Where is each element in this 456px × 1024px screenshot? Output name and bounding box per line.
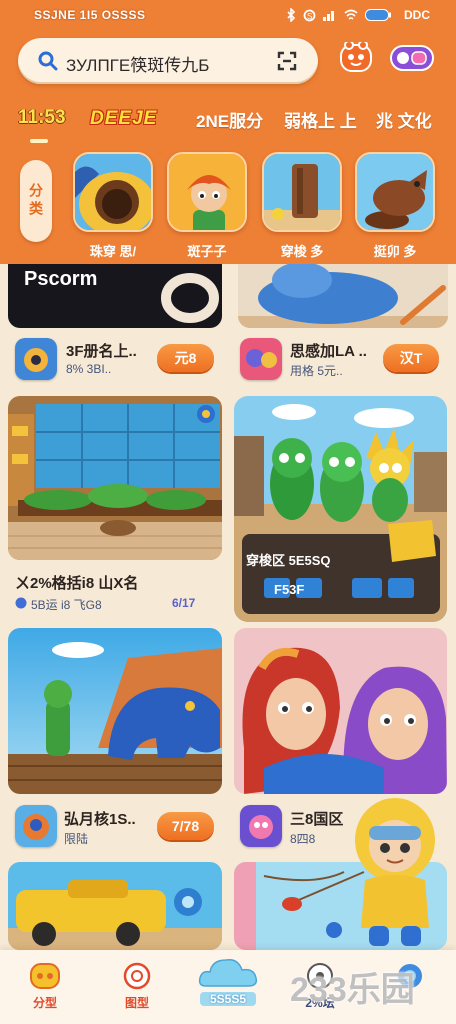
category-button[interactable]: 分类 — [20, 160, 52, 242]
feed-card-image[interactable]: 穿梭区 5E5SQ F53F — [234, 396, 447, 622]
nav-item-second[interactable]: 图型 — [97, 950, 177, 1024]
game-art — [8, 396, 222, 560]
nav-item-games[interactable]: 分型 — [5, 950, 85, 1024]
tab-third[interactable]: 2NE服分 — [196, 107, 263, 132]
search-input[interactable]: ЗУЛПГЕ筷斑传九Б — [66, 51, 209, 76]
face-icon[interactable] — [340, 42, 372, 72]
game-art — [169, 154, 245, 230]
featured-game-label-1[interactable]: 珠穿 思/ — [73, 241, 153, 260]
image-caption: F53F — [274, 582, 305, 597]
search-bar[interactable]: ЗУЛПГЕ筷斑传九Б — [18, 38, 318, 84]
category-label: 分类 — [28, 183, 44, 219]
image-caption: 穿梭区 5E5SQ — [246, 553, 331, 568]
game-subtitle: 用格 5元.. — [290, 364, 343, 378]
cloud-icon — [198, 958, 258, 987]
badge-icon — [15, 597, 27, 609]
game-face-icon — [30, 963, 60, 989]
gamepad-icon[interactable] — [390, 45, 434, 71]
featured-game-label-4[interactable]: 挺卯 多 — [355, 241, 435, 260]
mascot-character — [355, 798, 435, 946]
game-art — [234, 396, 447, 622]
download-button[interactable]: 7/78 — [157, 812, 214, 840]
wifi-icon — [344, 9, 358, 20]
feed-card-image[interactable] — [8, 628, 222, 794]
game-subtitle: 5B运 i8 飞G8 — [31, 598, 102, 612]
game-art — [234, 628, 447, 794]
game-art — [75, 154, 151, 230]
search-icon — [38, 51, 58, 71]
nav-label: 5S5S5 — [200, 992, 256, 1006]
watermark-logo: 233乐园 — [290, 971, 415, 1009]
tab-featured-logo[interactable]: DEEJE — [82, 107, 165, 131]
featured-game-icon-4[interactable] — [355, 152, 435, 232]
game-subtitle: 8四8 — [290, 832, 316, 846]
featured-game-icon-3[interactable] — [262, 152, 342, 232]
game-title[interactable]: 弘月核1S.. — [64, 808, 136, 829]
game-title[interactable]: 思感加LA .. — [290, 340, 367, 361]
game-title[interactable]: ㄨ2%格括i8 山X名 — [15, 572, 138, 593]
signal-icon — [323, 11, 334, 21]
download-button[interactable]: 元8 — [157, 344, 214, 372]
game-subtitle: 8% 3BI.. — [66, 362, 112, 376]
feed-card-image[interactable] — [8, 862, 222, 950]
battery-icon — [365, 9, 391, 21]
svg-text:S: S — [307, 12, 312, 21]
game-tag: 6/17 — [172, 596, 196, 610]
feed-card-image[interactable] — [234, 628, 447, 794]
status-icons: S DDC — [286, 7, 430, 23]
tab-fourth[interactable]: 弱格上 上 — [284, 107, 357, 132]
featured-game-icon-1[interactable] — [73, 152, 153, 232]
nav-label: 分型 — [32, 996, 57, 1010]
download-button[interactable]: 汉T — [383, 344, 439, 372]
game-icon[interactable] — [240, 338, 282, 380]
game-icon[interactable] — [15, 805, 57, 847]
featured-game-icon-2[interactable] — [167, 152, 247, 232]
tab-recommend[interactable]: 11:53 — [18, 107, 66, 129]
nav-label: 图型 — [124, 996, 149, 1010]
game-art — [264, 154, 340, 230]
game-art — [8, 628, 222, 794]
scan-icon[interactable] — [276, 50, 298, 72]
sync-icon: S — [303, 9, 316, 21]
status-right-text: DDC — [404, 8, 430, 22]
badge-icon — [123, 962, 151, 990]
featured-game-label-2[interactable]: 斑子子 — [167, 241, 247, 260]
game-art — [8, 862, 222, 950]
status-text: SSJNE 1I5 OSSSS — [34, 8, 146, 22]
feed-card-image[interactable] — [8, 396, 222, 560]
nav-item-center[interactable]: 5S5S5 — [188, 950, 268, 1024]
game-icon[interactable] — [15, 338, 57, 380]
game-title[interactable]: 3F册名上.. — [66, 340, 137, 361]
game-icon[interactable] — [240, 805, 282, 847]
bluetooth-icon — [287, 8, 296, 22]
image-caption: Pscorm — [24, 268, 98, 290]
top-header: SSJNE 1I5 OSSSS S DDC ЗУЛПГЕ筷斑传九Б 11:53 … — [0, 0, 456, 264]
tab-fifth[interactable]: 兆 文化 — [376, 107, 432, 132]
game-subtitle: 限陆 — [64, 832, 89, 846]
game-art — [357, 154, 433, 230]
game-title[interactable]: 三8国区 — [290, 808, 343, 829]
featured-game-label-3[interactable]: 穿梭 多 — [262, 241, 342, 260]
active-tab-indicator — [30, 139, 48, 143]
